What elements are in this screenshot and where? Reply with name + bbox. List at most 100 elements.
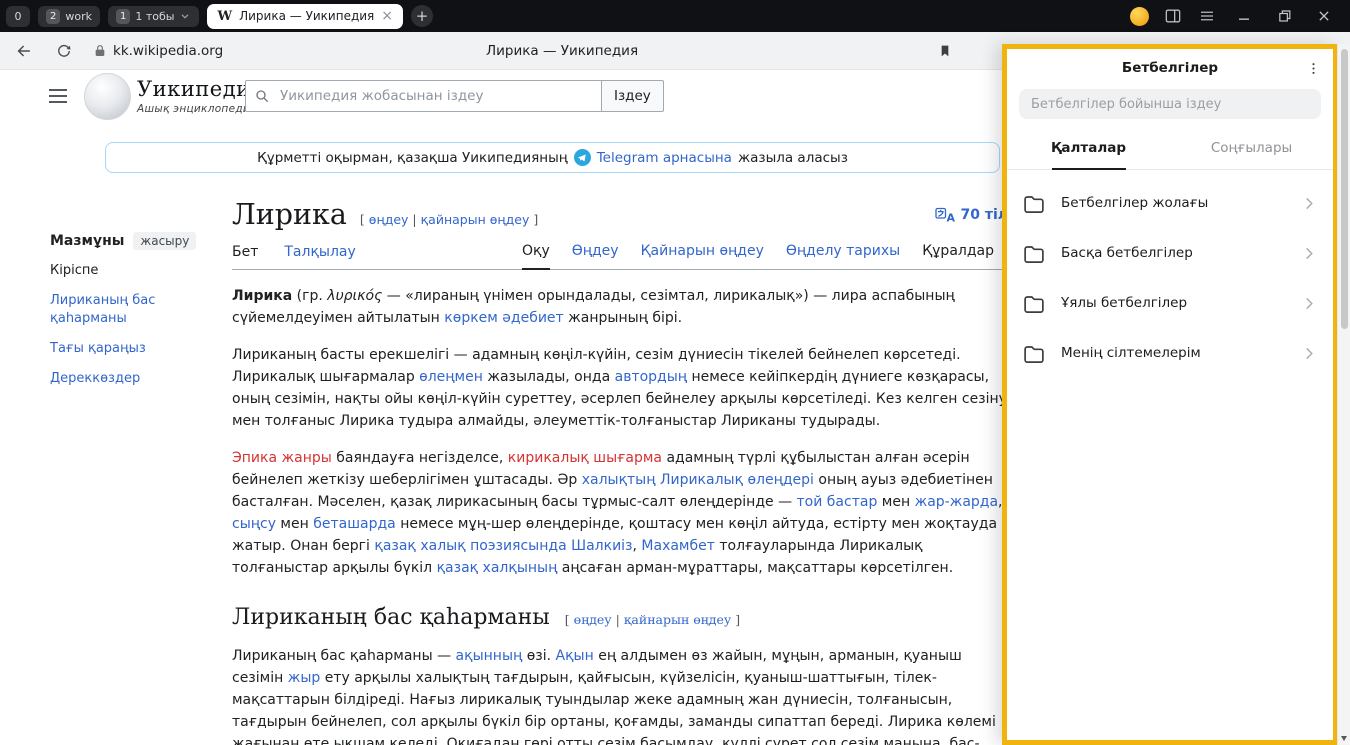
- browser-menu-button[interactable]: [1190, 2, 1224, 30]
- article-link[interactable]: Махамбет: [641, 538, 715, 554]
- folder-icon: [1022, 243, 1046, 264]
- text-run: аңсаған арман-мұраттары, мақсаттары көрс…: [557, 560, 953, 576]
- tab-folders[interactable]: Қалталар: [1007, 129, 1170, 169]
- tab-group-count: 1: [116, 9, 130, 24]
- bracket: [: [565, 612, 570, 627]
- article-title: Лирика: [232, 198, 347, 231]
- chevron-down-icon: [179, 10, 191, 22]
- edit-link[interactable]: өңдеу: [574, 612, 612, 627]
- bookmark-folder-row[interactable]: Менің сілтемелерім: [1007, 328, 1333, 378]
- site-security-indicator[interactable]: [88, 39, 112, 63]
- side-panels-button[interactable]: [1156, 2, 1190, 30]
- article-link[interactable]: қазақ халық поэзиясында: [374, 538, 566, 554]
- text-run: жанрының бірі.: [564, 310, 682, 326]
- close-icon: [1314, 6, 1334, 26]
- main-menu-button[interactable]: [48, 88, 68, 108]
- wiki-search-input[interactable]: [278, 87, 601, 105]
- scrollbar[interactable]: [1337, 44, 1350, 745]
- article-link[interactable]: ақынның: [456, 648, 523, 664]
- toc-item-references[interactable]: Дереккөздер: [50, 370, 220, 388]
- workspace-label: work: [65, 10, 92, 23]
- article-link[interactable]: халықтың: [582, 472, 656, 488]
- minimize-button[interactable]: [1224, 1, 1264, 31]
- tab-strip: 0 2 work 1 1 тобы W Лирика — Уикипедия ×…: [6, 4, 433, 29]
- notice-banner: Құрметті оқырман, қазақша Уикипедияның T…: [105, 142, 1000, 173]
- folder-label: Менің сілтемелерім: [1061, 345, 1301, 361]
- url-text[interactable]: kk.wikipedia.org: [113, 43, 223, 59]
- tab-group-label: 1 тобы: [135, 10, 174, 23]
- hamburger-icon: [48, 88, 68, 104]
- bookmarks-panel: Бетбелгілер Қалталар Соңғылары Бетбелгіл…: [1002, 44, 1338, 745]
- page-title: Лирика — Уикипедия: [486, 43, 638, 59]
- tab-history[interactable]: Өңделу тарихы: [786, 243, 900, 269]
- scroll-down-icon[interactable]: [1341, 736, 1347, 741]
- article: Лирика [ өңдеу | қайнарын өңдеу ] A 70 т…: [232, 198, 1010, 745]
- separator: |: [412, 212, 416, 227]
- browser-window: 0 2 work 1 1 тобы W Лирика — Уикипедия ×…: [0, 0, 1350, 745]
- article-link[interactable]: көркем әдебиет: [444, 310, 563, 326]
- article-link[interactable]: Шалкиіз: [571, 538, 632, 554]
- tab-close-icon[interactable]: ×: [381, 9, 393, 23]
- article-redlink[interactable]: Эпика жанры: [232, 450, 332, 466]
- toc-hide-button[interactable]: жасыру: [133, 232, 196, 250]
- bookmarks-menu-button[interactable]: [1301, 56, 1325, 80]
- text-run: Лирика: [232, 288, 292, 304]
- bracket: [: [360, 212, 365, 227]
- new-tab-button[interactable]: +: [411, 5, 433, 27]
- language-button[interactable]: A 70 тіл: [935, 207, 1008, 223]
- banner-text-after: жазыла аласыз: [738, 150, 848, 166]
- tab-read[interactable]: Оқу: [522, 243, 550, 270]
- tab-counter-badge[interactable]: 0: [6, 6, 30, 27]
- article-redlink[interactable]: кирикалық шығарма: [508, 450, 662, 466]
- tab-page[interactable]: Бет: [232, 244, 258, 269]
- toc-item-hero[interactable]: Лириканың бас қаһарманы: [50, 292, 220, 328]
- article-link[interactable]: Лирикалық өлеңдері: [660, 472, 814, 488]
- article-link[interactable]: қазақ халқының: [437, 560, 558, 576]
- article-paragraph: Эпика жанры баяндауға негізделсе, кирика…: [232, 447, 1010, 579]
- toc-title: Мазмұны: [50, 233, 124, 249]
- tab-talk[interactable]: Талқылау: [284, 244, 355, 269]
- tab-group-chip[interactable]: 1 1 тобы: [108, 6, 199, 27]
- reload-button[interactable]: [52, 39, 76, 63]
- article-link[interactable]: Ақын: [556, 648, 594, 664]
- tab-tools[interactable]: Құралдар: [922, 243, 994, 269]
- scrollbar-thumb[interactable]: [1341, 49, 1348, 329]
- separator: |: [616, 612, 620, 627]
- active-tab[interactable]: W Лирика — Уикипедия ×: [207, 4, 403, 29]
- article-link[interactable]: той бастар: [797, 494, 878, 510]
- search-icon: [254, 88, 270, 104]
- source-edit-link[interactable]: қайнарын өңдеу: [624, 612, 731, 627]
- bookmark-page-button[interactable]: [933, 39, 957, 63]
- folder-label: Ұялы бетбелгілер: [1061, 295, 1301, 311]
- chevron-right-icon: [1301, 245, 1318, 262]
- toc-item-intro[interactable]: Кіріспе: [50, 262, 220, 280]
- article-link[interactable]: беташарда: [313, 516, 396, 532]
- bookmark-folder-row[interactable]: Ұялы бетбелгілер: [1007, 278, 1333, 328]
- wiki-search-button[interactable]: Іздеу: [601, 80, 664, 112]
- chevron-right-icon: [1301, 195, 1318, 212]
- maximize-button[interactable]: [1264, 1, 1304, 31]
- folder-icon: [1022, 293, 1046, 314]
- article-link[interactable]: жыр: [288, 670, 321, 686]
- tab-recent[interactable]: Соңғылары: [1170, 129, 1333, 169]
- workspace-chip[interactable]: 2 work: [38, 6, 100, 27]
- close-window-button[interactable]: [1304, 1, 1344, 31]
- toc-item-see-also[interactable]: Тағы қараңыз: [50, 340, 220, 358]
- chevron-right-icon: [1301, 295, 1318, 312]
- article-link[interactable]: жар-жарда: [915, 494, 998, 510]
- bookmarks-search-input[interactable]: [1019, 89, 1321, 119]
- article-link[interactable]: сыңсу: [232, 516, 276, 532]
- tab-edit[interactable]: Өңдеу: [572, 243, 619, 269]
- wikipedia-logo[interactable]: [84, 73, 131, 120]
- edit-link[interactable]: өңдеу: [369, 212, 409, 227]
- tab-source-edit[interactable]: Қайнарын өңдеу: [641, 243, 764, 269]
- bookmark-folder-row[interactable]: Басқа бетбелгілер: [1007, 228, 1333, 278]
- article-link[interactable]: автордың: [615, 369, 687, 385]
- back-button[interactable]: [12, 39, 36, 63]
- source-edit-link[interactable]: қайнарын өңдеу: [421, 212, 530, 227]
- profile-avatar[interactable]: [1122, 2, 1156, 30]
- bookmark-folder-row[interactable]: Бетбелгілер жолағы: [1007, 178, 1333, 228]
- article-link[interactable]: өлеңмен: [419, 369, 483, 385]
- avatar-icon: [1130, 7, 1149, 26]
- banner-link[interactable]: Telegram арнасына: [597, 150, 732, 166]
